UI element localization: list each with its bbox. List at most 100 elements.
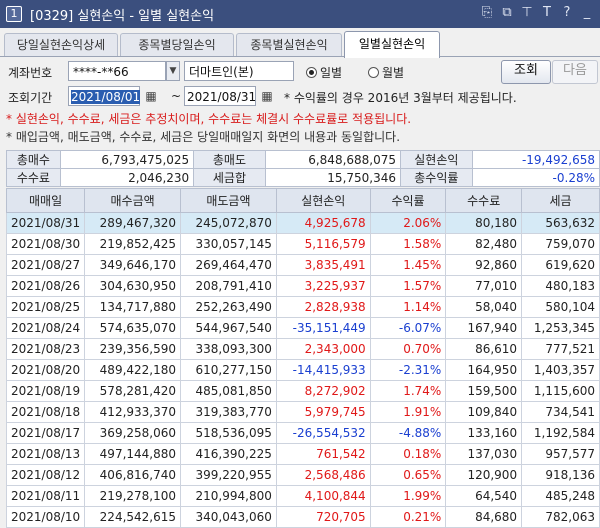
table-row[interactable]: 2021/08/26 304,630,950 208,791,410 3,225,93…: [5, 275, 600, 297]
cell-return-rate: 1.14%: [369, 296, 447, 318]
cell-fee: 159,500: [445, 380, 523, 402]
tab-bar: 당일실현손익상세 종목별당일손익 종목별실현손익 일별실현손익: [0, 30, 600, 58]
table-row[interactable]: 2021/08/10 224,542,615 340,043,060 720,705 0…: [5, 506, 600, 528]
account-dropdown-button[interactable]: ▼: [166, 61, 180, 81]
table-row[interactable]: 2021/08/27 349,646,170 269,464,470 3,835,49…: [5, 254, 600, 276]
summary-total-sell-label: 총매도: [193, 150, 266, 169]
cell-tax: 619,620: [521, 254, 600, 276]
cell-buy-amount: 219,278,100: [84, 485, 182, 507]
cell-buy-amount: 574,635,070: [84, 317, 182, 339]
summary-fee-label: 수수료: [6, 168, 61, 187]
cell-sell-amount: 340,043,060: [180, 506, 277, 528]
table-row[interactable]: 2021/08/18 412,933,370 319,383,770 5,979,74…: [5, 401, 600, 423]
cell-return-rate: 1.74%: [369, 380, 447, 402]
cell-buy-amount: 412,933,370: [84, 401, 182, 423]
table-row[interactable]: 2021/08/31 289,467,320 245,072,870 4,925,67…: [5, 212, 600, 234]
radio-monthly-label: 월별: [382, 66, 405, 80]
next-button[interactable]: 다음: [552, 60, 598, 84]
cell-tax: 782,063: [521, 506, 600, 528]
cell-tax: 485,248: [521, 485, 600, 507]
cell-fee: 133,160: [445, 422, 523, 444]
cell-fee: 167,940: [445, 317, 523, 339]
tab-stock-realized-pnl[interactable]: 종목별실현손익: [236, 33, 342, 56]
cell-tax: 580,104: [521, 296, 600, 318]
calendar-icon[interactable]: ▦: [259, 88, 275, 104]
grid-header-row: 매매일 매수금액 매도금액 실현손익 수익률 수수료 세금: [5, 188, 600, 213]
cell-realized-pnl: 720,705: [275, 506, 371, 528]
account-number-field[interactable]: ****-**66: [68, 61, 166, 81]
summary-total-sell-value: 6,848,688,075: [264, 150, 402, 169]
cell-fee: 109,840: [445, 401, 523, 423]
cell-return-rate: 1.57%: [369, 275, 447, 297]
copy-icon[interactable]: ⧉: [500, 5, 514, 21]
table-row[interactable]: 2021/08/11 219,278,100 210,994,800 4,100,84…: [5, 485, 600, 507]
col-header-sell-amount[interactable]: 매도금액: [180, 188, 277, 213]
cell-return-rate: 2.06%: [369, 212, 447, 234]
col-header-realized-pnl[interactable]: 실현손익: [275, 188, 371, 213]
table-row[interactable]: 2021/08/30 219,852,425 330,057,145 5,116,57…: [5, 233, 600, 255]
cell-trade-date: 2021/08/18: [5, 401, 86, 423]
calendar-icon[interactable]: ▦: [143, 88, 159, 104]
cell-tax: 563,632: [521, 212, 600, 234]
cell-buy-amount: 406,816,740: [84, 464, 182, 486]
text-size-icon[interactable]: T: [540, 5, 554, 21]
cell-trade-date: 2021/08/30: [5, 233, 86, 255]
table-row[interactable]: 2021/08/25 134,717,880 252,263,490 2,828,93…: [5, 296, 600, 318]
period-note: * 수익률의 경우 2016년 3월부터 제공됩니다.: [284, 91, 517, 105]
cell-realized-pnl: 5,116,579: [275, 233, 371, 255]
cell-tax: 957,577: [521, 443, 600, 465]
start-date-value: 2021/08/01: [71, 90, 141, 104]
cell-fee: 84,680: [445, 506, 523, 528]
col-header-trade-date[interactable]: 매매일: [5, 188, 86, 213]
tab-daily-realized-pnl[interactable]: 일별실현손익: [344, 31, 440, 58]
table-row[interactable]: 2021/08/17 369,258,060 518,536,095 -26,554,…: [5, 422, 600, 444]
radio-daily-dot: [306, 67, 317, 78]
table-row[interactable]: 2021/08/13 497,144,880 416,390,225 761,542 0…: [5, 443, 600, 465]
col-header-buy-amount[interactable]: 매수금액: [84, 188, 182, 213]
cell-sell-amount: 330,057,145: [180, 233, 277, 255]
cell-sell-amount: 544,967,540: [180, 317, 277, 339]
link-icon[interactable]: ⎘: [480, 5, 494, 21]
cell-sell-amount: 245,072,870: [180, 212, 277, 234]
cell-buy-amount: 219,852,425: [84, 233, 182, 255]
search-button[interactable]: 조회: [501, 60, 551, 84]
cell-buy-amount: 578,281,420: [84, 380, 182, 402]
end-date-field[interactable]: 2021/08/31: [184, 86, 256, 106]
table-row[interactable]: 2021/08/12 406,816,740 399,220,955 2,568,48…: [5, 464, 600, 486]
cell-realized-pnl: 4,925,678: [275, 212, 371, 234]
table-row[interactable]: 2021/08/20 489,422,180 610,277,150 -14,415,…: [5, 359, 600, 381]
col-header-return-rate[interactable]: 수익률: [369, 188, 447, 213]
period-label: 조회기간: [8, 91, 53, 105]
radio-monthly[interactable]: 월별: [368, 64, 404, 81]
cell-realized-pnl: 2,343,000: [275, 338, 371, 360]
cell-realized-pnl: 8,272,902: [275, 380, 371, 402]
cell-tax: 759,070: [521, 233, 600, 255]
help-icon[interactable]: ?: [560, 5, 574, 21]
cell-return-rate: 1.45%: [369, 254, 447, 276]
cell-trade-date: 2021/08/11: [5, 485, 86, 507]
cell-realized-pnl: 2,568,486: [275, 464, 371, 486]
summary-total-buy-label: 총매수: [6, 150, 61, 169]
minimize-icon[interactable]: _: [580, 5, 594, 21]
cell-tax: 777,521: [521, 338, 600, 360]
cell-return-rate: 0.21%: [369, 506, 447, 528]
tab-daily-realized-detail[interactable]: 당일실현손익상세: [4, 33, 118, 56]
radio-daily-label: 일별: [320, 66, 343, 80]
start-date-field[interactable]: 2021/08/01: [68, 86, 141, 106]
summary-realized-pnl-value: -19,492,658: [471, 150, 600, 169]
col-header-fee[interactable]: 수수료: [445, 188, 523, 213]
col-header-tax[interactable]: 세금: [521, 188, 600, 213]
table-row[interactable]: 2021/08/24 574,635,070 544,967,540 -35,151,…: [5, 317, 600, 339]
summary-total-return-label: 총수익률: [400, 168, 473, 187]
cell-tax: 1,115,600: [521, 380, 600, 402]
table-row[interactable]: 2021/08/19 578,281,420 485,081,850 8,272,90…: [5, 380, 600, 402]
pin-icon[interactable]: ⊤: [520, 5, 534, 21]
cell-realized-pnl: 2,828,938: [275, 296, 371, 318]
cell-trade-date: 2021/08/31: [5, 212, 86, 234]
cell-trade-date: 2021/08/26: [5, 275, 86, 297]
radio-daily[interactable]: 일별: [306, 64, 342, 81]
cell-trade-date: 2021/08/12: [5, 464, 86, 486]
summary-total-return-value: -0.28%: [471, 168, 600, 187]
tab-stock-daily-pnl[interactable]: 종목별당일손익: [120, 33, 234, 56]
table-row[interactable]: 2021/08/23 239,356,590 338,093,300 2,343,00…: [5, 338, 600, 360]
